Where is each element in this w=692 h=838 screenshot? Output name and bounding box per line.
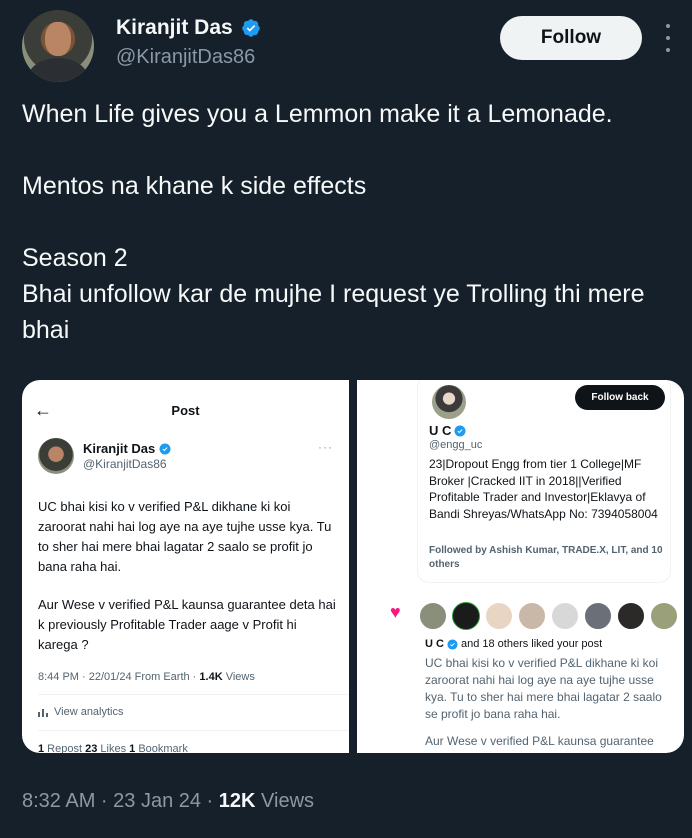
screenshot-author-handle: @KiranjitDas86 <box>83 457 167 471</box>
more-options-icon: ··· <box>318 440 333 454</box>
liker-avatar <box>584 602 612 630</box>
screenshot-post-body: UC bhai kisi ko v verified P&L dikhane k… <box>38 499 336 652</box>
media-image-profile-screenshot[interactable]: Follow back U C @engg_uc 23|Dropout Engg… <box>357 380 684 753</box>
liker-avatar <box>650 602 678 630</box>
profile-bio: 23|Dropout Engg from tier 1 College|MF B… <box>429 457 658 521</box>
views-label: Views <box>255 790 315 812</box>
verified-badge-icon <box>241 19 260 37</box>
tweet-header: Kiranjit Das @KiranjitDas86 Follow <box>22 10 672 84</box>
analytics-icon <box>38 709 48 717</box>
liker-avatar <box>419 602 447 630</box>
divider <box>38 694 349 695</box>
liked-post-quote: UC bhai kisi ko v verified P&L dikhane k… <box>425 656 662 748</box>
profile-name: U C <box>429 423 466 438</box>
liked-notification: U C and 18 others liked your post <box>425 638 603 650</box>
more-options-icon[interactable] <box>662 24 674 52</box>
author-handle[interactable]: @KiranjitDas86 <box>116 46 255 69</box>
screenshot-post-stats: 1 Repost 23 Likes 1 Bookmark <box>38 743 188 753</box>
liker-avatar <box>617 602 645 630</box>
tweet-line: Season 2 <box>22 244 128 272</box>
media-image-post-screenshot[interactable]: ← Post Kiranjit Das @KiranjitDas86 ··· U… <box>22 380 349 753</box>
tweet-line: When Life gives you a Lemmon make it a L… <box>22 100 613 128</box>
screenshot-author-name: Kiranjit Das <box>83 441 171 456</box>
follow-back-button: Follow back <box>575 385 665 410</box>
liker-avatar <box>452 602 480 630</box>
author-avatar[interactable] <box>22 10 94 82</box>
post-title: Post <box>171 403 200 418</box>
avatar <box>38 438 74 474</box>
divider <box>38 730 349 731</box>
avatar <box>432 385 466 419</box>
follow-button[interactable]: Follow <box>500 16 642 60</box>
tweet-line: Bhai unfollow kar de mujhe I request ye … <box>22 280 645 344</box>
tweet-media[interactable]: ← Post Kiranjit Das @KiranjitDas86 ··· U… <box>22 380 684 753</box>
heart-icon: ♥ <box>390 602 401 622</box>
author-name-row[interactable]: Kiranjit Das <box>116 16 261 40</box>
liker-avatar <box>518 602 546 630</box>
screenshot-post-meta: 8:44 PM · 22/01/24 From Earth · 1.4K Vie… <box>38 671 255 683</box>
followed-by: Followed by Ashish Kumar, TRADE.X, LIT, … <box>429 545 663 570</box>
liker-avatar <box>485 602 513 630</box>
profile-handle: @engg_uc <box>429 439 483 451</box>
verified-badge-icon <box>447 638 458 650</box>
view-analytics: View analytics <box>38 706 124 718</box>
liker-avatar <box>551 602 579 630</box>
verified-badge-icon <box>454 425 466 436</box>
tweet-line: Mentos na khane k side effects <box>22 172 367 200</box>
tweet-timestamp-views[interactable]: 8:32 AM · 23 Jan 24 · 12K Views <box>22 790 314 813</box>
verified-badge-icon <box>159 443 171 454</box>
author-display-name[interactable]: Kiranjit Das <box>116 16 233 40</box>
views-count: 12K <box>218 790 256 812</box>
tweet-text: When Life gives you a Lemmon make it a L… <box>22 96 672 348</box>
tweet-timestamp[interactable]: 8:32 AM · 23 Jan 24 · <box>22 790 219 812</box>
